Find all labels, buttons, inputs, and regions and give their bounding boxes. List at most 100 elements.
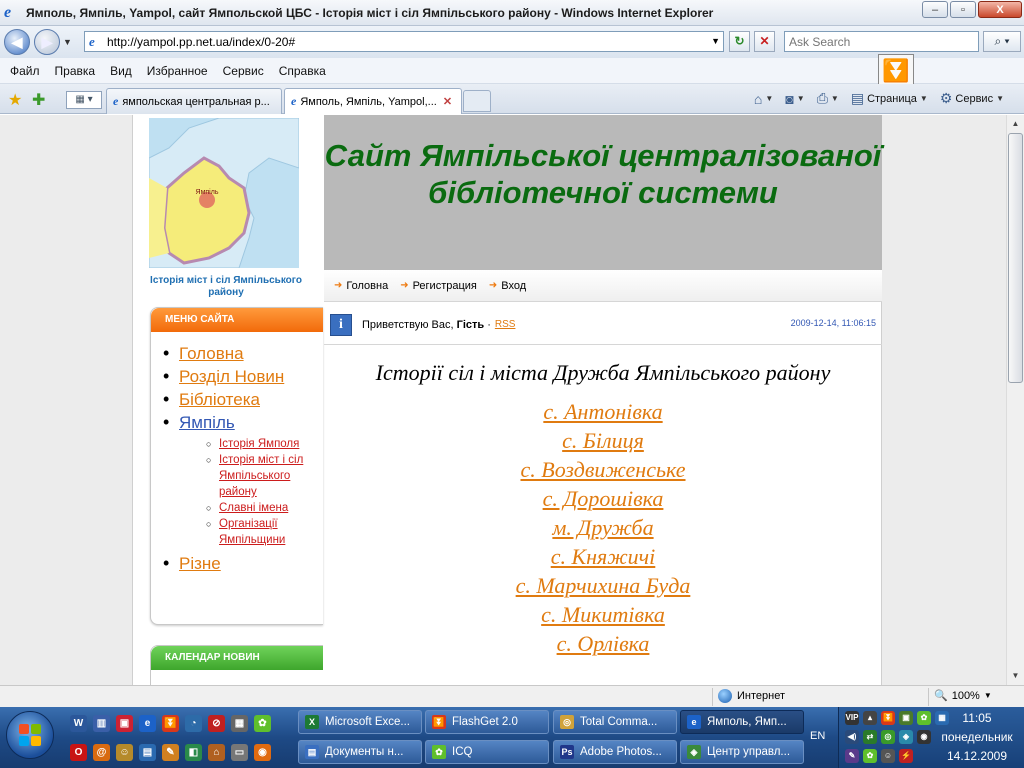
scroll-thumb[interactable] bbox=[1008, 133, 1023, 383]
app-icon[interactable]: ◔ bbox=[185, 715, 202, 732]
clock[interactable]: 11:05 понедельник 14.12.2009 bbox=[931, 709, 1023, 766]
print-button[interactable]: ⎙ ▼ bbox=[817, 90, 839, 107]
nav-register-link[interactable]: ➜ Регистрация bbox=[400, 280, 477, 292]
app-tray-icon[interactable]: ▴ bbox=[863, 711, 877, 725]
taskbar-button-excel[interactable]: X Microsoft Exce... bbox=[298, 710, 422, 734]
home-icon[interactable]: ⌂ bbox=[208, 744, 225, 761]
close-button[interactable]: X bbox=[978, 1, 1022, 18]
url-field[interactable]: e http://yampol.pp.net.ua/index/0-20# ▼ bbox=[84, 31, 724, 52]
zoom-control[interactable]: 🔍 100% ▼ bbox=[934, 689, 992, 703]
menu-link-news[interactable]: Розділ Новин bbox=[179, 367, 284, 386]
search-input[interactable] bbox=[785, 32, 978, 51]
calculator-icon[interactable]: ▦ bbox=[231, 715, 248, 732]
maximize-button[interactable]: ▫ bbox=[950, 1, 976, 18]
back-button[interactable]: ◀ bbox=[4, 29, 30, 55]
favorites-star-icon[interactable]: ★ bbox=[8, 90, 22, 110]
search-button[interactable]: ⌕ ▾ bbox=[983, 31, 1021, 52]
app-icon[interactable]: ◧ bbox=[185, 744, 202, 761]
home-button[interactable]: ⌂ ▼ bbox=[754, 91, 773, 107]
village-link[interactable]: с. Білиця bbox=[562, 428, 644, 453]
tab-yampol-history[interactable]: e Ямполь, Ямпіль, Yampol,... ✕ bbox=[284, 88, 462, 114]
opera-icon[interactable]: O bbox=[70, 744, 87, 761]
flashget-tray-icon[interactable]: ⏬ bbox=[881, 711, 895, 725]
no-entry-icon[interactable]: ⊘ bbox=[208, 715, 225, 732]
app-tray-icon[interactable]: ✎ bbox=[845, 749, 859, 763]
minimize-button[interactable]: – bbox=[922, 1, 948, 18]
network-icon[interactable]: ⇄ bbox=[863, 730, 877, 744]
forward-button[interactable]: ▶ bbox=[34, 29, 60, 55]
submenu-link-yampil-history[interactable]: Історія Ямполя bbox=[219, 438, 299, 450]
app-icon[interactable]: ▭ bbox=[231, 744, 248, 761]
start-button[interactable] bbox=[6, 711, 54, 759]
village-link[interactable]: с. Дорошівка bbox=[543, 486, 664, 511]
app-tray-icon[interactable]: ▣ bbox=[899, 711, 913, 725]
search-box[interactable] bbox=[784, 31, 979, 52]
vip-icon[interactable]: VIP bbox=[845, 711, 859, 725]
menu-favorites[interactable]: Избранное bbox=[147, 64, 208, 78]
new-tab-button[interactable] bbox=[463, 90, 491, 112]
url-text[interactable]: http://yampol.pp.net.ua/index/0-20# bbox=[107, 35, 295, 49]
flashget-icon[interactable]: ⏬ bbox=[878, 54, 914, 88]
village-link[interactable]: с. Воздвиженське bbox=[520, 457, 685, 482]
url-dropdown-icon[interactable]: ▼ bbox=[711, 36, 720, 46]
security-zone[interactable]: Интернет bbox=[718, 689, 785, 703]
feeds-button[interactable]: ◙ ▼ bbox=[785, 91, 804, 107]
taskbar-button-documents[interactable]: ▤ Документы н... bbox=[298, 740, 422, 764]
zoom-dropdown-icon[interactable]: ▼ bbox=[984, 691, 992, 700]
submenu-link-towns-history[interactable]: Історія міст і сіл Ямпільського району bbox=[219, 454, 303, 498]
village-link[interactable]: с. Антонівка bbox=[543, 399, 662, 424]
add-favorite-icon[interactable]: ✚ bbox=[32, 90, 45, 110]
app-icon[interactable]: ▥ bbox=[93, 715, 110, 732]
mail-icon[interactable]: @ bbox=[93, 744, 110, 761]
nav-home-link[interactable]: ➜ Головна bbox=[334, 280, 388, 292]
tab-yampol-library[interactable]: e ямпольская центральная р... bbox=[106, 88, 282, 114]
taskbar-button-flashget[interactable]: ⏬ FlashGet 2.0 bbox=[425, 710, 549, 734]
menu-link-yampil[interactable]: Ямпіль bbox=[179, 413, 235, 432]
volume-icon[interactable]: ◀) bbox=[845, 730, 859, 744]
rss-link[interactable]: RSS bbox=[495, 319, 516, 330]
recent-pages-dropdown[interactable]: ▼ bbox=[63, 37, 72, 47]
flashget-icon[interactable]: ⏬ bbox=[162, 715, 179, 732]
page-menu-button[interactable]: ▤ Страница ▼ bbox=[851, 90, 928, 107]
app-tray-icon[interactable]: ⚡ bbox=[899, 749, 913, 763]
village-link[interactable]: с. Марчихина Буда bbox=[516, 573, 691, 598]
menu-tools[interactable]: Сервис bbox=[223, 64, 264, 78]
firefox-icon[interactable]: ◉ bbox=[254, 744, 271, 761]
stop-button[interactable]: ✕ bbox=[754, 31, 775, 52]
tools-menu-button[interactable]: ⚙ Сервис ▼ bbox=[940, 90, 1004, 107]
scroll-down-arrow[interactable]: ▼ bbox=[1008, 668, 1023, 684]
nav-login-link[interactable]: ➜ Вход bbox=[489, 280, 526, 292]
save-icon[interactable]: ▣ bbox=[116, 715, 133, 732]
menu-file[interactable]: Файл bbox=[10, 64, 40, 78]
submenu-link-famous-names[interactable]: Славні імена bbox=[219, 502, 288, 514]
ie-icon[interactable]: e bbox=[139, 715, 156, 732]
village-link[interactable]: м. Дружба bbox=[552, 515, 653, 540]
village-link[interactable]: с. Княжичі bbox=[551, 544, 656, 569]
icq-icon[interactable]: ✿ bbox=[254, 715, 271, 732]
village-link[interactable]: с. Микитівка bbox=[541, 602, 665, 627]
map-caption[interactable]: Історія міст і сіл Ямпільського району bbox=[141, 275, 311, 299]
taskbar-button-total-commander[interactable]: ◎ Total Comma... bbox=[553, 710, 677, 734]
menu-link-home[interactable]: Головна bbox=[179, 344, 244, 363]
users-icon[interactable]: ☺ bbox=[116, 744, 133, 761]
village-link[interactable]: с. Орлівка bbox=[557, 631, 650, 656]
submenu-link-organizations[interactable]: Організації Ямпільщини bbox=[219, 518, 285, 546]
document-icon[interactable]: ▤ bbox=[139, 744, 156, 761]
menu-help[interactable]: Справка bbox=[279, 64, 326, 78]
app-tray-icon[interactable]: ☺ bbox=[881, 749, 895, 763]
taskbar-button-control-center[interactable]: ◈ Центр управл... bbox=[680, 740, 804, 764]
taskbar-button-icq[interactable]: ✿ ICQ bbox=[425, 740, 549, 764]
menu-link-library[interactable]: Бібліотека bbox=[179, 390, 260, 409]
app-tray-icon[interactable]: ◉ bbox=[917, 730, 931, 744]
language-indicator[interactable]: EN bbox=[810, 730, 825, 742]
tab-close-icon[interactable]: ✕ bbox=[443, 95, 452, 108]
word-icon[interactable]: W bbox=[70, 715, 87, 732]
taskbar-button-photoshop[interactable]: Ps Adobe Photos... bbox=[553, 740, 677, 764]
app-icon[interactable]: ✎ bbox=[162, 744, 179, 761]
app-tray-icon[interactable]: ◈ bbox=[899, 730, 913, 744]
menu-view[interactable]: Вид bbox=[110, 64, 132, 78]
icq-tray-icon[interactable]: ✿ bbox=[863, 749, 877, 763]
quick-tabs-button[interactable]: ▦ ▾ bbox=[66, 91, 102, 109]
icq-tray-icon[interactable]: ✿ bbox=[917, 711, 931, 725]
vertical-scrollbar[interactable]: ▲ ▼ bbox=[1006, 115, 1024, 685]
